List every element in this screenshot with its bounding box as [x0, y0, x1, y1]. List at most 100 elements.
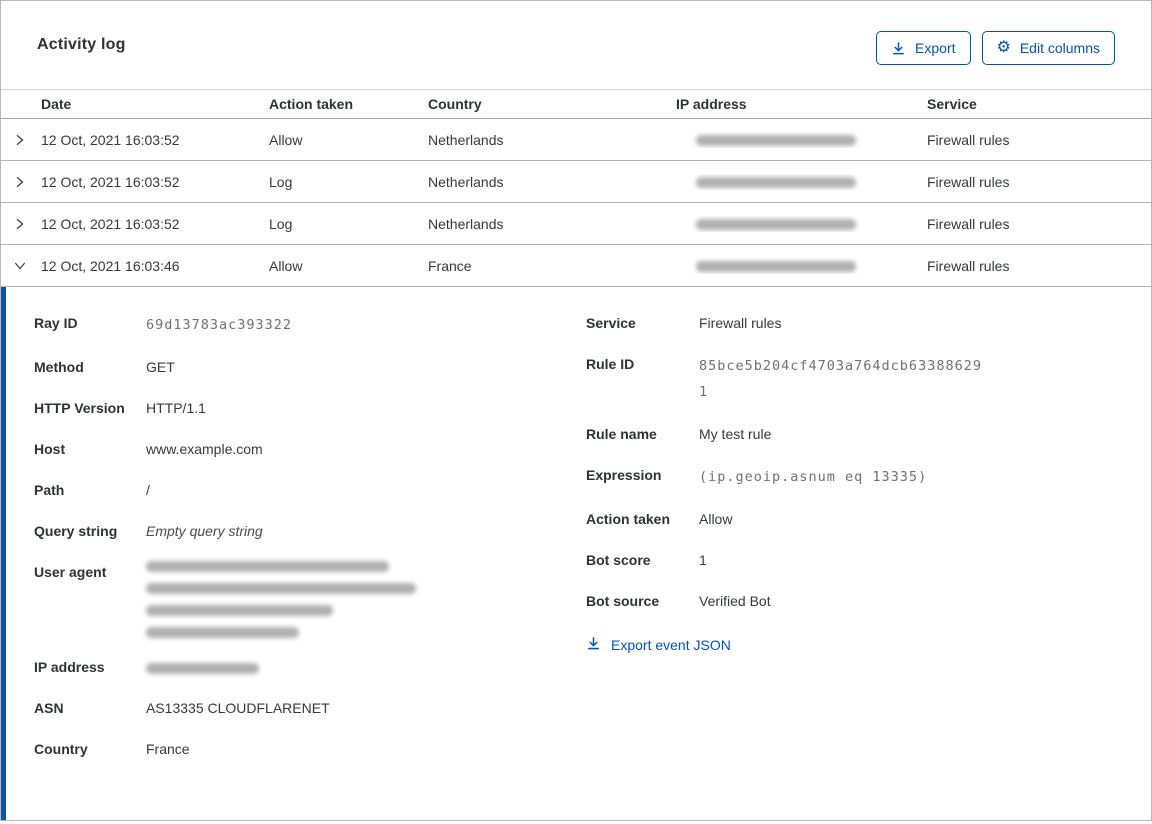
detail-label: User agent [34, 564, 107, 580]
export-button[interactable]: Export [876, 31, 971, 65]
redacted-ip [696, 219, 856, 231]
row-service: Firewall rules [927, 173, 1010, 190]
detail-right-column: Service Firewall rules Rule ID 85bce5b20… [586, 312, 1151, 820]
redacted-text [146, 627, 299, 638]
detail-label: HTTP Version [34, 400, 125, 416]
table-row[interactable]: 12 Oct, 2021 16:03:52 Log Netherlands Fi… [1, 161, 1151, 203]
row-action-taken: Allow [269, 131, 303, 148]
detail-value: My test rule [699, 426, 772, 442]
detail-row: IP address [34, 656, 586, 679]
column-header-action-taken: Action taken [269, 96, 354, 112]
detail-label: Country [34, 741, 88, 757]
row-ip-address [676, 132, 927, 148]
redacted-text [146, 583, 416, 594]
column-header-country: Country [428, 96, 482, 112]
detail-row: Service Firewall rules [586, 312, 1151, 335]
activity-table: Date Action taken Country IP address Ser… [1, 89, 1151, 287]
detail-label: Method [34, 359, 84, 375]
table-header-row: Date Action taken Country IP address Ser… [1, 89, 1151, 119]
detail-label: Host [34, 441, 66, 457]
redacted-text [146, 561, 389, 572]
detail-value: France [146, 741, 190, 757]
detail-label: Rule ID [586, 356, 635, 372]
detail-label: ASN [34, 700, 64, 716]
row-ip-address [676, 216, 927, 232]
row-date: 12 Oct, 2021 16:03:52 [41, 131, 180, 148]
table-body: 12 Oct, 2021 16:03:52 Allow Netherlands … [1, 119, 1151, 287]
detail-row: Expression (ip.geoip.asnum eq 13335) [586, 464, 1151, 490]
chevron-right-icon[interactable] [1, 175, 41, 189]
redacted-ip [146, 662, 259, 674]
activity-log-page: Activity log Export ⚙ Edit columns Date … [0, 0, 1152, 821]
detail-label: Action taken [586, 511, 671, 527]
detail-value: Verified Bot [699, 593, 771, 609]
detail-row: Action taken Allow [586, 508, 1151, 531]
redacted-ip [696, 177, 856, 189]
detail-value: Empty query string [146, 523, 263, 539]
row-date: 12 Oct, 2021 16:03:52 [41, 173, 180, 190]
detail-label: Bot score [586, 552, 651, 568]
column-header-service: Service [927, 96, 977, 112]
topbar: Activity log Export ⚙ Edit columns [1, 1, 1151, 89]
row-country: Netherlands [428, 215, 504, 232]
redacted-text [146, 605, 333, 616]
edit-columns-button[interactable]: ⚙ Edit columns [981, 31, 1115, 65]
detail-row: Method GET [34, 356, 586, 379]
detail-value: 69d13783ac393322 [146, 317, 293, 333]
edit-columns-button-label: Edit columns [1019, 40, 1100, 56]
export-event-json-label: Export event JSON [611, 637, 731, 653]
detail-value: HTTP/1.1 [146, 400, 206, 416]
export-event-json-link[interactable]: Export event JSON [586, 636, 731, 654]
detail-row: Country France [34, 738, 586, 761]
row-ip-address [676, 174, 927, 190]
detail-value: www.example.com [146, 441, 263, 457]
detail-value: GET [146, 359, 175, 375]
detail-value: (ip.geoip.asnum eq 13335) [699, 469, 928, 485]
detail-value [146, 561, 416, 638]
detail-value: 85bce5b204cf4703a764dcb633886291 [699, 358, 982, 400]
row-service: Firewall rules [927, 257, 1010, 274]
detail-row: Rule ID 85bce5b204cf4703a764dcb633886291 [586, 353, 1151, 405]
table-row[interactable]: 12 Oct, 2021 16:03:52 Allow Netherlands … [1, 119, 1151, 161]
row-date: 12 Oct, 2021 16:03:52 [41, 215, 180, 232]
row-action-taken: Log [269, 215, 293, 232]
chevron-right-icon[interactable] [1, 217, 41, 231]
detail-value: 1 [699, 552, 707, 568]
row-service: Firewall rules [927, 215, 1010, 232]
detail-row: Host www.example.com [34, 438, 586, 461]
toolbar-actions: Export ⚙ Edit columns [876, 31, 1115, 65]
detail-label: Path [34, 482, 65, 498]
chevron-right-icon[interactable] [1, 133, 41, 147]
row-country: Netherlands [428, 173, 504, 190]
column-header-ip-address: IP address [676, 96, 747, 112]
row-country: Netherlands [428, 131, 504, 148]
detail-value: / [146, 482, 150, 498]
detail-row: ASN AS13335 CLOUDFLARENET [34, 697, 586, 720]
detail-label: Query string [34, 523, 118, 539]
detail-row: Bot source Verified Bot [586, 590, 1151, 613]
row-action-taken: Log [269, 173, 293, 190]
detail-row: Rule name My test rule [586, 423, 1151, 446]
redacted-ip [696, 261, 856, 273]
chevron-down-icon[interactable] [1, 259, 41, 273]
detail-label: Service [586, 315, 636, 331]
detail-label: Rule name [586, 426, 657, 442]
row-date: 12 Oct, 2021 16:03:46 [41, 257, 180, 274]
event-detail-panel: Ray ID 69d13783ac393322 Method GET HTTP … [1, 287, 1151, 820]
detail-row: User agent [34, 561, 586, 638]
detail-value [146, 656, 259, 679]
detail-row: Path / [34, 479, 586, 502]
detail-label: Expression [586, 467, 662, 483]
detail-left-column: Ray ID 69d13783ac393322 Method GET HTTP … [34, 312, 586, 820]
detail-value: AS13335 CLOUDFLARENET [146, 700, 330, 716]
download-icon [891, 41, 906, 56]
detail-row: Query string Empty query string [34, 520, 586, 543]
row-action-taken: Allow [269, 257, 303, 274]
table-row[interactable]: 12 Oct, 2021 16:03:46 Allow France Firew… [1, 245, 1151, 287]
download-icon [586, 636, 601, 654]
detail-row: HTTP Version HTTP/1.1 [34, 397, 586, 420]
table-row[interactable]: 12 Oct, 2021 16:03:52 Log Netherlands Fi… [1, 203, 1151, 245]
page-title: Activity log [37, 36, 126, 53]
detail-value: Allow [699, 511, 733, 527]
row-service: Firewall rules [927, 131, 1010, 148]
